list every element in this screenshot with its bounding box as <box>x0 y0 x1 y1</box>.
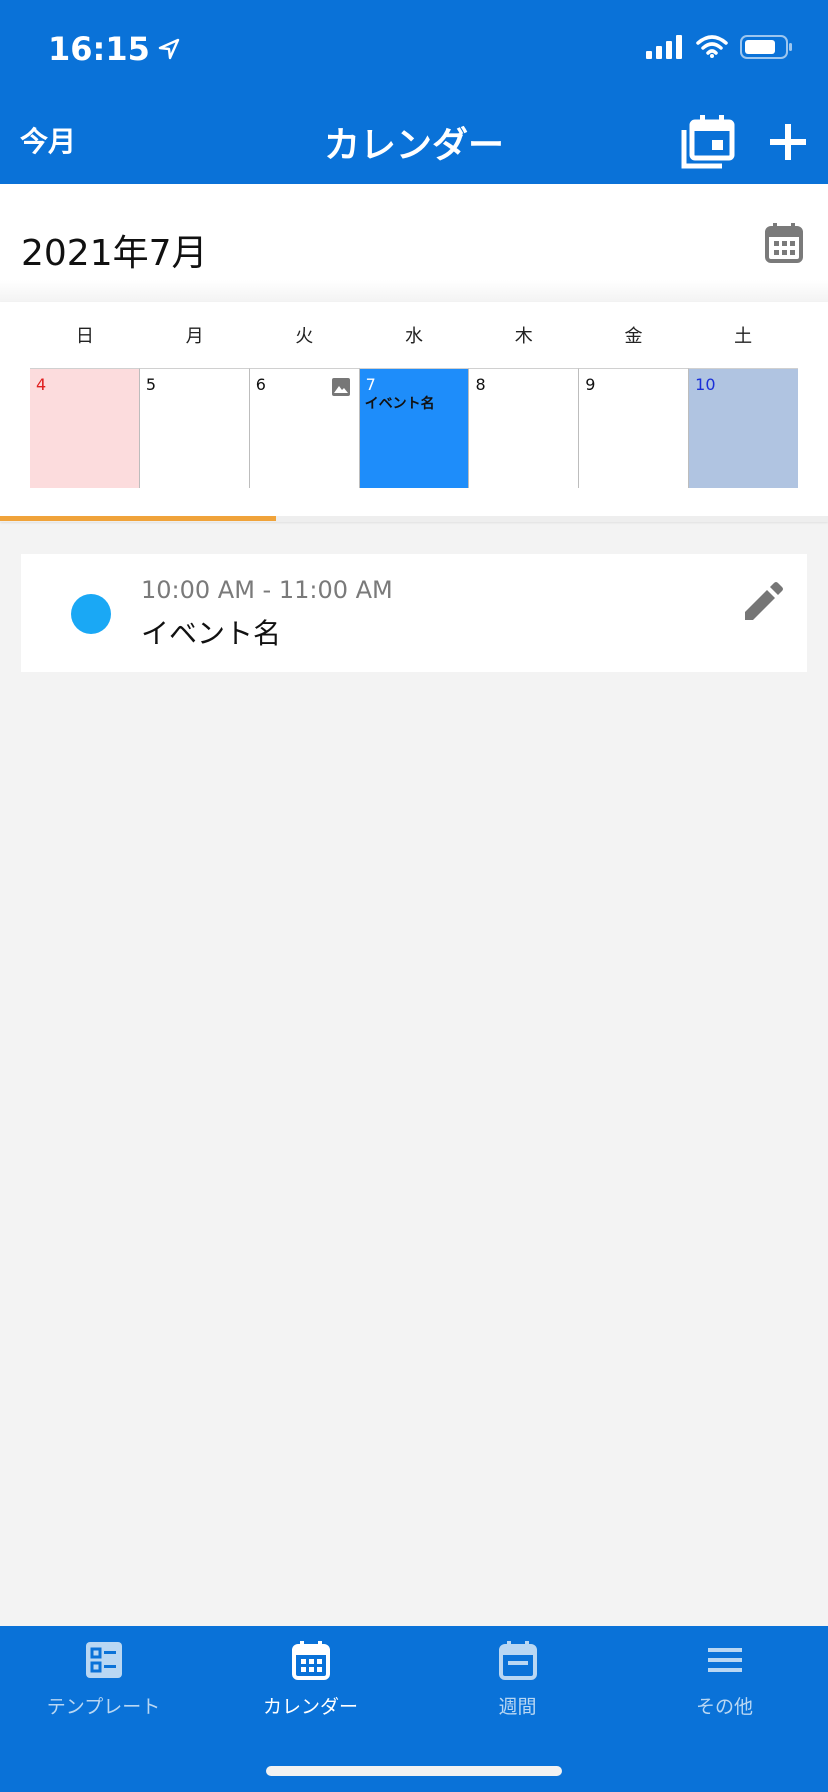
day-number: 9 <box>585 375 596 394</box>
status-indicators <box>646 34 794 60</box>
weekday-tue: 火 <box>295 326 314 347</box>
day-cell-5[interactable]: 5 <box>138 368 249 488</box>
plus-icon <box>770 124 806 160</box>
day-number: 8 <box>475 375 486 394</box>
day-number: 4 <box>36 375 47 394</box>
day-number: 7 <box>365 375 376 394</box>
day-cell-8[interactable]: 8 <box>468 368 579 488</box>
month-picker-button[interactable] <box>764 222 804 268</box>
week-icon <box>498 1641 537 1680</box>
day-number: 6 <box>255 375 266 394</box>
weekday-thu: 木 <box>514 326 533 347</box>
calendar-icon <box>291 1641 330 1680</box>
app-header: 16:15 今月 カレンダー <box>0 0 828 184</box>
weekday-header: 日 月 火 水 木 金 土 <box>30 322 798 352</box>
day-cell-9[interactable]: 9 <box>578 368 689 488</box>
tab-calendar[interactable]: カレンダー <box>207 1640 414 1740</box>
tab-template[interactable]: テンプレート <box>0 1640 207 1740</box>
month-bar: 2021年7月 <box>0 184 828 304</box>
week-calendar: 日 月 火 水 木 金 土 4 5 6 7 イベント名 8 9 10 <box>0 302 828 522</box>
tab-more[interactable]: その他 <box>621 1640 828 1740</box>
cellular-signal-icon <box>646 35 682 59</box>
status-time: 16:15 <box>48 30 180 68</box>
edit-event-button[interactable] <box>741 580 785 628</box>
day-row: 4 5 6 7 イベント名 8 9 10 <box>30 368 799 488</box>
tab-week[interactable]: 週間 <box>414 1640 621 1740</box>
status-time-text: 16:15 <box>48 30 150 68</box>
day-cell-7[interactable]: 7 イベント名 <box>358 368 469 488</box>
calendar-view-button[interactable] <box>678 112 738 176</box>
tab-label: テンプレート <box>46 1696 161 1718</box>
home-indicator <box>266 1766 562 1776</box>
week-progress-fill <box>0 516 276 521</box>
month-label: 2021年7月 <box>21 233 208 274</box>
wifi-icon <box>696 35 728 58</box>
template-icon <box>85 1642 122 1678</box>
tab-label: カレンダー <box>262 1696 358 1718</box>
day-cell-4[interactable]: 4 <box>30 368 139 488</box>
weekday-wed: 水 <box>405 326 424 347</box>
location-arrow-icon <box>158 38 180 60</box>
event-time: 10:00 AM - 11:00 AM <box>141 576 393 604</box>
calendar-stack-icon <box>681 115 735 169</box>
day-event-label: イベント名 <box>364 396 435 412</box>
add-event-button[interactable] <box>764 118 812 170</box>
menu-icon <box>707 1648 742 1672</box>
calendar-icon <box>765 223 803 263</box>
battery-icon <box>740 35 792 59</box>
week-progress-track <box>0 516 828 522</box>
day-cell-6[interactable]: 6 <box>248 368 359 488</box>
tab-label: 週間 <box>498 1696 537 1718</box>
event-color-dot <box>71 594 111 634</box>
tab-label: その他 <box>695 1696 753 1718</box>
weekday-sun: 日 <box>75 326 94 347</box>
day-number: 10 <box>695 375 716 394</box>
weekday-mon: 月 <box>185 326 204 347</box>
weekday-fri: 金 <box>624 326 643 347</box>
day-cell-10[interactable]: 10 <box>688 368 799 488</box>
day-number: 5 <box>145 375 157 394</box>
event-name: イベント名 <box>141 617 282 650</box>
event-list-item[interactable]: 10:00 AM - 11:00 AM イベント名 <box>21 554 807 672</box>
pencil-icon <box>745 582 783 620</box>
weekday-sat: 土 <box>734 326 753 347</box>
image-icon <box>331 378 350 396</box>
